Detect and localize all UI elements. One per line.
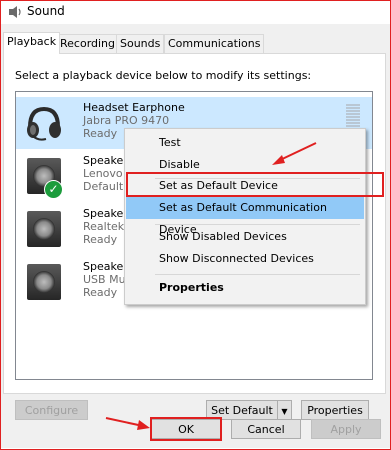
- dropdown-arrow-icon: ▼: [281, 407, 288, 416]
- speaker-icon: ✓: [24, 156, 64, 199]
- title-bar: Sound: [1, 1, 390, 23]
- menu-separator: [155, 274, 360, 275]
- green-check-icon: ✓: [44, 180, 63, 199]
- menu-item-test[interactable]: Test: [126, 132, 364, 154]
- tab-sounds[interactable]: Sounds: [116, 34, 165, 53]
- tab-communications[interactable]: Communications: [164, 34, 265, 53]
- headset-icon: [27, 106, 61, 141]
- menu-item-set-default-communication-device[interactable]: Set as Default Communication Device: [126, 197, 364, 236]
- annotation-highlight-box: [126, 172, 384, 197]
- device-context-menu: Test Disable Set as Default Device Set a…: [124, 128, 366, 305]
- instruction-text: Select a playback device below to modify…: [15, 69, 312, 82]
- speaker-icon: [24, 262, 64, 302]
- device-description: Jabra PRO 9470: [83, 114, 170, 127]
- window-title: Sound: [27, 4, 65, 18]
- menu-item-show-disconnected-devices[interactable]: Show Disconnected Devices: [126, 248, 364, 270]
- speaker-icon: [24, 209, 64, 249]
- speaker-icon: [9, 6, 21, 18]
- tab-recording[interactable]: Recording: [56, 34, 120, 53]
- menu-item-properties[interactable]: Properties: [126, 277, 364, 299]
- properties-button[interactable]: Properties: [301, 400, 369, 420]
- annotation-highlight-box: [150, 417, 222, 441]
- apply-button[interactable]: Apply: [311, 419, 381, 439]
- tab-playback[interactable]: Playback: [3, 32, 61, 54]
- cancel-button[interactable]: Cancel: [231, 419, 301, 439]
- device-name: Headset Earphone: [83, 101, 185, 114]
- configure-button[interactable]: Configure: [15, 400, 88, 420]
- menu-separator: [155, 224, 360, 225]
- menu-item-show-disabled-devices[interactable]: Show Disabled Devices: [126, 226, 364, 248]
- set-default-dropdown[interactable]: ▼: [277, 400, 292, 420]
